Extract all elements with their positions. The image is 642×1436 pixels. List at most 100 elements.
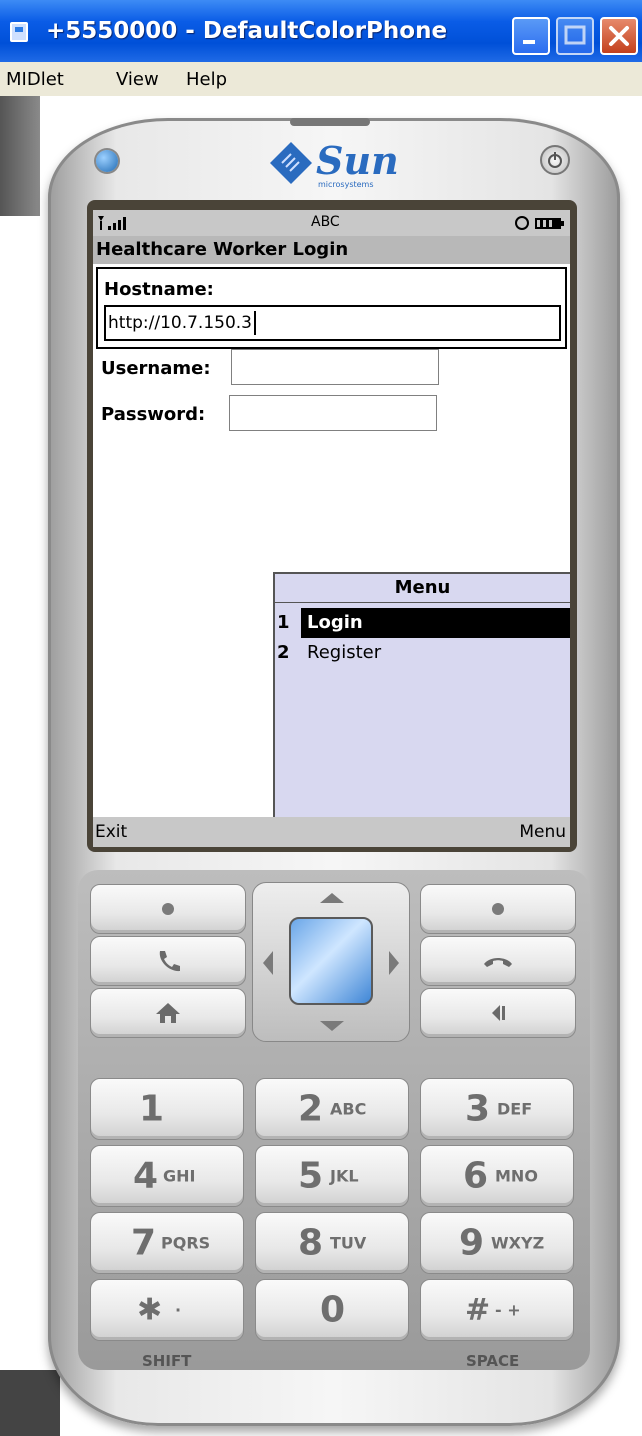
right-soft-button[interactable]	[420, 884, 576, 934]
power-icon[interactable]	[540, 145, 570, 175]
options-menu: Menu 1 Login 2 Register	[273, 572, 570, 847]
key-letters: - +	[495, 1300, 521, 1320]
status-bar: ABC	[93, 210, 570, 236]
key-letters: TUV	[330, 1233, 367, 1253]
key-digit: 8	[298, 1222, 324, 1264]
home-icon	[156, 1003, 180, 1023]
key-7[interactable]: 7 PQRS	[90, 1212, 244, 1274]
window-left-edge	[0, 96, 20, 1436]
key-letters: ·	[175, 1300, 182, 1320]
username-label: Username:	[101, 358, 211, 379]
call-button[interactable]	[90, 936, 246, 986]
key-digit: ✱	[137, 1292, 163, 1328]
text-caret	[254, 311, 257, 335]
key-9[interactable]: 9 WXYZ	[420, 1212, 574, 1274]
space-label: SPACE	[466, 1352, 520, 1370]
menu-view[interactable]: View	[116, 69, 159, 90]
key-6[interactable]: 6 MNO	[420, 1145, 574, 1207]
window-titlebar: +5550000 - DefaultColorPhone	[0, 0, 642, 62]
key-letters: DEF	[497, 1099, 533, 1119]
key-0[interactable]: 0	[255, 1279, 409, 1341]
hostname-value: http://10.7.150.3	[108, 313, 253, 333]
key-digit: #	[465, 1292, 491, 1328]
key-letters: PQRS	[161, 1233, 211, 1253]
desktop-edge-bottom	[0, 1370, 60, 1436]
key-letters: MNO	[495, 1166, 538, 1186]
logo-text: Sun	[316, 138, 399, 183]
menu-item-register[interactable]: 2 Register	[275, 638, 570, 668]
menubar: MIDlet View Help	[0, 62, 642, 96]
signal-icon	[98, 216, 126, 230]
page-title: Healthcare Worker Login	[96, 239, 349, 260]
desktop-edge	[0, 96, 40, 216]
key-1[interactable]: 1	[90, 1078, 244, 1140]
form-title-bar: Healthcare Worker Login	[93, 236, 570, 264]
key-letters: GHI	[163, 1166, 196, 1186]
key-digit: 9	[459, 1222, 485, 1264]
key-8[interactable]: 8 TUV	[255, 1212, 409, 1274]
soft-key-exit[interactable]: Exit	[95, 822, 127, 842]
menu-item-number: 1	[277, 612, 290, 633]
menu-title: Menu	[275, 574, 570, 603]
key-5[interactable]: 5 JKL	[255, 1145, 409, 1207]
end-call-button[interactable]	[420, 936, 576, 986]
arrow-right-icon[interactable]	[389, 951, 399, 975]
username-field[interactable]	[231, 349, 439, 385]
menu-item-number: 2	[277, 642, 290, 663]
arrow-up-icon[interactable]	[320, 893, 344, 903]
key-2[interactable]: 2 ABC	[255, 1078, 409, 1140]
back-button[interactable]	[420, 988, 576, 1038]
key-digit: 0	[320, 1289, 346, 1331]
left-soft-button[interactable]	[90, 884, 246, 934]
password-label: Password:	[101, 404, 206, 425]
key-3[interactable]: 3 DEF	[420, 1078, 574, 1140]
hostname-field[interactable]: http://10.7.150.3	[104, 305, 561, 341]
sun-diamond-icon	[270, 142, 312, 184]
dot-icon	[492, 903, 504, 915]
menu-item-login[interactable]: 1 Login	[275, 608, 570, 638]
logo-subtext: microsystems	[318, 180, 374, 189]
phone-screen: ABC Healthcare Worker Login Hostname: ht…	[93, 210, 570, 847]
window-title: +5550000 - DefaultColorPhone	[46, 18, 448, 44]
app-icon	[10, 22, 28, 42]
key-digit: 1	[139, 1088, 165, 1130]
key-digit: 4	[133, 1155, 159, 1197]
phone-call-icon	[159, 951, 180, 972]
minimize-icon[interactable]	[512, 17, 550, 55]
menu-item-label: Register	[307, 642, 382, 663]
shift-label: SHIFT	[142, 1352, 192, 1370]
select-button[interactable]	[289, 917, 373, 1005]
menu-item-label: Login	[301, 608, 570, 638]
earpiece	[290, 118, 370, 126]
dot-icon	[162, 903, 174, 915]
phone-hangup-icon	[484, 958, 512, 967]
key-letters: JKL	[330, 1166, 359, 1186]
input-mode: ABC	[311, 214, 340, 230]
soft-key-menu[interactable]: Menu	[519, 822, 566, 842]
menu-midlet[interactable]: MIDlet	[6, 69, 64, 90]
key-hash[interactable]: # - +	[420, 1279, 574, 1341]
key-digit: 5	[298, 1155, 324, 1197]
key-digit: 3	[465, 1088, 491, 1130]
key-letters: ABC	[330, 1099, 367, 1119]
key-digit: 6	[463, 1155, 489, 1197]
close-icon[interactable]	[600, 17, 638, 55]
navigation-dpad[interactable]	[252, 882, 410, 1042]
key-star[interactable]: ✱ ·	[90, 1279, 244, 1341]
soft-key-bar: Exit Menu	[93, 817, 570, 847]
arrow-left-icon[interactable]	[263, 951, 273, 975]
back-icon	[492, 1005, 505, 1021]
password-field[interactable]	[229, 395, 437, 431]
sun-logo: Sun microsystems	[268, 136, 408, 194]
menu-help[interactable]: Help	[186, 69, 227, 90]
key-letters: WXYZ	[491, 1233, 545, 1253]
home-button[interactable]	[90, 988, 246, 1038]
key-digit: 7	[131, 1222, 157, 1264]
maximize-icon[interactable]	[556, 17, 594, 55]
status-led	[96, 150, 118, 172]
key-digit: 2	[298, 1088, 324, 1130]
hostname-group: Hostname: http://10.7.150.3	[96, 267, 567, 349]
arrow-down-icon[interactable]	[320, 1021, 344, 1031]
key-4[interactable]: 4 GHI	[90, 1145, 244, 1207]
hostname-label: Hostname:	[104, 279, 214, 300]
